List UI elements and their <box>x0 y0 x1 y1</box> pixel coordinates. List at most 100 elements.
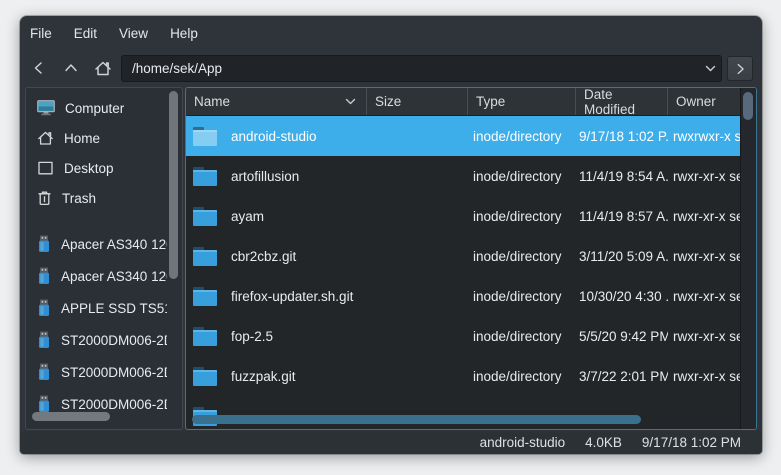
table-row-artofillusion[interactable]: artofillusion inode/directory11/4/19 8:54… <box>186 156 742 196</box>
file-type: inode/directory <box>468 196 576 236</box>
column-header-name[interactable]: Name <box>186 88 367 115</box>
sidebar-item-st2000dm006-2d[interactable]: ST2000DM006-2D <box>27 325 167 355</box>
file-name: ayam <box>231 209 264 224</box>
file-list-view: NameSize Type Date Modified Owner android-s… <box>185 87 757 430</box>
column-header-owner[interactable]: Owner <box>668 88 742 115</box>
file-owner: rwxr-xr-x se <box>668 316 742 356</box>
file-owner: rwxr-xr-x se <box>668 276 742 316</box>
path-dropdown-button[interactable] <box>699 65 721 72</box>
column-header-label: Owner <box>676 94 716 109</box>
file-owner: rwxr-xr-x se <box>668 156 742 196</box>
file-date-modified: 3/7/22 2:01 PM <box>576 356 668 396</box>
location-bar[interactable] <box>121 55 722 82</box>
file-name: fuzzpak.git <box>231 369 296 384</box>
table-row-firefox-updater.sh.git[interactable]: firefox-updater.sh.git inode/directory10/… <box>186 276 742 316</box>
up-button[interactable] <box>58 55 84 81</box>
usb-drive-icon <box>37 235 51 253</box>
home-icon <box>94 60 112 77</box>
column-header-label: Type <box>476 94 505 109</box>
sidebar-item-st2000dm006-2d[interactable]: ST2000DM006-2D <box>27 357 167 387</box>
sidebar-item-apacer-as340-120[interactable]: Apacer AS340 120 <box>27 261 167 291</box>
usb-drive-icon <box>37 267 51 285</box>
file-size <box>367 356 468 396</box>
sidebar-item-label: APPLE SSD TS512 <box>61 301 167 316</box>
column-header-date-modified[interactable]: Date Modified <box>576 88 668 115</box>
desktop-icon <box>37 160 54 176</box>
sidebar-vertical-scrollbar[interactable] <box>169 91 178 279</box>
file-manager-window: File Edit View Help Computer Home DesktopTras… <box>20 16 762 454</box>
file-name: artofillusion <box>231 169 299 184</box>
status-file-size: 4.0KB <box>585 435 622 450</box>
sidebar-item-label: ST2000DM006-2D <box>61 365 167 380</box>
sidebar-horizontal-scrollbar[interactable] <box>32 412 110 421</box>
file-type: inode/directory <box>468 316 576 356</box>
file-type: inode/directory <box>468 356 576 396</box>
chevron-left-icon <box>31 60 47 76</box>
file-size <box>367 156 468 196</box>
file-size <box>367 116 468 156</box>
file-date-modified: 9/17/18 1:02 P... <box>576 116 668 156</box>
folder-icon <box>192 365 218 387</box>
table-row-android-studio[interactable]: android-studio inode/directory9/17/18 1:0… <box>186 116 742 156</box>
status-file-name: android-studio <box>480 435 566 450</box>
forward-button[interactable] <box>727 56 753 81</box>
file-type: inode/directory <box>468 116 576 156</box>
places-panel: Computer Home DesktopTrash Apacer AS340 12… <box>25 87 183 430</box>
sidebar-item-apacer-as340-120[interactable]: Apacer AS340 120 <box>27 229 167 259</box>
file-type: inode/directory <box>468 276 576 316</box>
column-header-type[interactable]: Type <box>468 88 576 115</box>
home-button[interactable] <box>90 55 116 81</box>
file-owner: rwxr-xr-x se <box>668 196 742 236</box>
menu-item-help[interactable]: Help <box>162 22 206 45</box>
column-header-label: Date Modified <box>584 87 667 117</box>
sidebar-item-trash[interactable]: Trash <box>27 183 167 213</box>
file-type: inode/directory <box>468 156 576 196</box>
sidebar-item-label: Home <box>64 131 100 146</box>
folder-icon <box>192 325 218 347</box>
table-row-fuzzpak.git[interactable]: fuzzpak.git inode/directory3/7/22 2:01 PM… <box>186 356 742 396</box>
sidebar-item-label: Apacer AS340 120 <box>61 269 167 284</box>
sidebar-item-label: Apacer AS340 120 <box>61 237 167 252</box>
table-row-ayam[interactable]: ayam inode/directory11/4/19 8:57 A...rwxr… <box>186 196 742 236</box>
file-name: android-studio <box>231 129 317 144</box>
file-owner: rwxrwxr-x s <box>668 116 742 156</box>
folder-icon <box>192 125 218 147</box>
folder-icon <box>192 245 218 267</box>
menu-item-file[interactable]: File <box>22 22 60 45</box>
path-input[interactable] <box>122 61 699 76</box>
back-button[interactable] <box>26 55 52 81</box>
chevron-right-icon <box>733 62 747 76</box>
sidebar-item-apple-ssd-ts512[interactable]: APPLE SSD TS512 <box>27 293 167 323</box>
file-size <box>367 316 468 356</box>
file-date-modified: 10/30/20 4:30 ... <box>576 276 668 316</box>
column-header-size[interactable]: Size <box>367 88 468 115</box>
menu-bar: File Edit View Help <box>20 16 762 50</box>
status-bar: android-studio 4.0KB 9/17/18 1:02 PM <box>20 431 762 454</box>
table-row-fop-2.5[interactable]: fop-2.5inode/directory5/5/20 9:42 PMrwxr… <box>186 316 742 356</box>
chevron-up-icon <box>63 60 79 76</box>
file-size <box>367 196 468 236</box>
list-vertical-scrollbar[interactable] <box>743 92 753 120</box>
folder-icon <box>192 205 218 227</box>
menu-item-view[interactable]: View <box>111 22 156 45</box>
chevron-down-icon <box>705 65 716 72</box>
sidebar-item-label: Computer <box>65 101 124 116</box>
sidebar-item-computer[interactable]: Computer <box>27 93 167 123</box>
sidebar-item-desktop[interactable]: Desktop <box>27 153 167 183</box>
file-date-modified: 11/4/19 8:54 A... <box>576 156 668 196</box>
file-name: cbr2cbz.git <box>231 249 296 264</box>
usb-drive-icon <box>37 395 51 413</box>
file-size <box>367 276 468 316</box>
usb-drive-icon <box>37 363 51 381</box>
table-row-cbr2cbz.git[interactable]: cbr2cbz.gitinode/directory3/11/20 5:09 A… <box>186 236 742 276</box>
navigation-toolbar <box>20 50 762 86</box>
sidebar-item-home[interactable]: Home <box>27 123 167 153</box>
list-vertical-scrollbar-track[interactable] <box>740 88 756 430</box>
file-name: firefox-updater.sh.git <box>231 289 353 304</box>
menu-item-edit[interactable]: Edit <box>66 22 105 45</box>
file-date-modified: 11/4/19 8:57 A... <box>576 196 668 236</box>
usb-drive-icon <box>37 299 51 317</box>
file-owner: rwxr-xr-x se <box>668 236 742 276</box>
trash-icon <box>37 190 52 206</box>
list-horizontal-scrollbar[interactable] <box>192 415 641 424</box>
